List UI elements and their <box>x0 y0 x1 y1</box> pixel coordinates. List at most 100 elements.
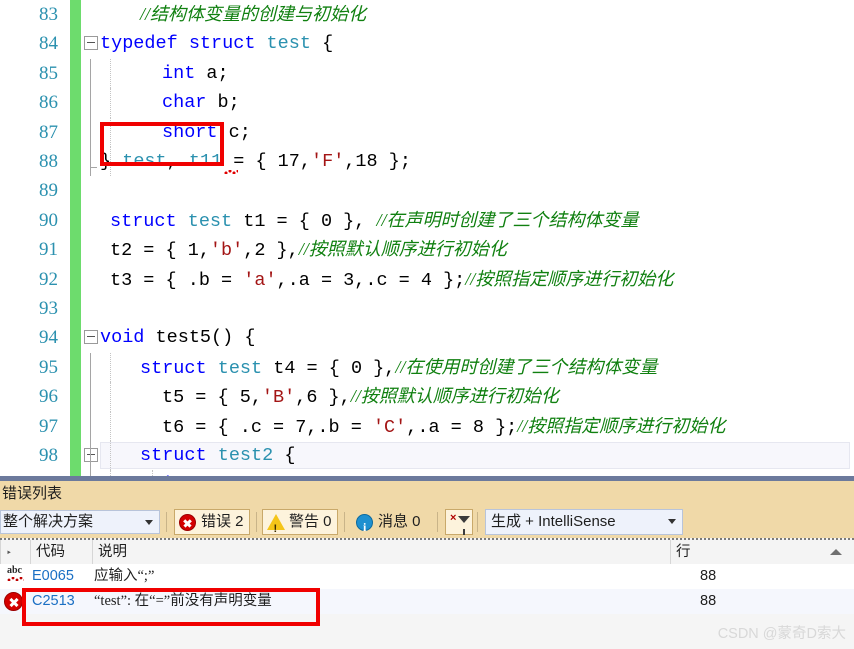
code-line[interactable]: 87 short c; <box>0 118 854 147</box>
code-token: t6 = { .c = 7,.b = <box>162 417 373 438</box>
fold-collapse-icon[interactable] <box>84 36 98 50</box>
code-token: { <box>322 33 333 54</box>
fold-guide-line <box>90 353 91 382</box>
row-line: 88 <box>700 589 716 614</box>
code-line[interactable]: 84typedef struct test { <box>0 29 854 58</box>
line-number: 94 <box>0 323 58 352</box>
clear-filter-button[interactable]: × <box>445 509 473 535</box>
code-token: 'B' <box>262 387 295 408</box>
code-token: test5 <box>156 327 212 348</box>
error-icon <box>179 514 196 531</box>
code-editor[interactable]: 83//结构体变量的创建与初始化84typedef struct test {8… <box>0 0 854 476</box>
line-number: 85 <box>0 59 58 88</box>
code-token: t1 = { 0 }, <box>243 211 376 232</box>
column-header-description[interactable]: 说明 <box>92 540 670 564</box>
code-token: a; <box>195 63 228 84</box>
code-line[interactable]: 86char b; <box>0 88 854 117</box>
code-line[interactable]: 88} test, t11 = { 17,'F',18 }; <box>0 147 854 176</box>
row-line: 88 <box>700 564 716 589</box>
code-line[interactable]: 90struct test t1 = { 0 }, //在声明时创建了三个结构体… <box>0 206 854 235</box>
change-indicator-bar <box>70 353 81 382</box>
column-header-code[interactable]: 代码 <box>30 540 92 564</box>
code-line[interactable]: 97t6 = { .c = 7,.b = 'C',.a = 8 };//按照指定… <box>0 412 854 441</box>
code-token: //结构体变量的创建与初始化 <box>140 4 366 24</box>
code-text: void test5() { <box>100 323 255 352</box>
code-line[interactable]: 83//结构体变量的创建与初始化 <box>0 0 854 29</box>
code-line[interactable]: 98 struct test2 { <box>0 441 854 470</box>
code-token: test <box>218 358 274 379</box>
code-token: t4 = { 0 }, <box>273 358 395 379</box>
code-text: t2 = { 1,'b',2 },//按照默认顺序进行初始化 <box>110 235 507 265</box>
code-token: test2 <box>218 445 285 466</box>
indent-guide <box>110 59 111 88</box>
change-indicator-bar <box>70 176 81 205</box>
code-line[interactable]: 91t2 = { 1,'b',2 },//按照默认顺序进行初始化 <box>0 235 854 264</box>
code-line[interactable]: 96t5 = { 5,'B',6 },//按照默认顺序进行初始化 <box>0 382 854 411</box>
warnings-toggle-button[interactable]: 警告 0 <box>262 509 338 535</box>
scope-filter-combo[interactable]: 整个解决方案 <box>0 510 160 534</box>
errors-label: 错误 2 <box>201 513 244 530</box>
code-line[interactable]: 89 <box>0 176 854 205</box>
line-number: 90 <box>0 206 58 235</box>
code-token: int <box>162 63 195 84</box>
toolbar-separator <box>477 512 478 532</box>
column-header-icon[interactable]: ‣ <box>0 540 30 564</box>
line-number: 97 <box>0 412 58 441</box>
code-token: test <box>188 211 244 232</box>
code-text: int a; <box>162 59 229 88</box>
code-text: struct test2 { <box>140 441 295 470</box>
error-squiggle <box>224 170 238 174</box>
vs-window: 83//结构体变量的创建与初始化84typedef struct test {8… <box>0 0 854 649</box>
code-token: test <box>122 151 166 172</box>
row-code: E0065 <box>32 564 74 589</box>
indent-guide <box>110 118 111 147</box>
intellisense-squiggle-icon: abc <box>6 567 26 585</box>
change-indicator-bar <box>70 29 81 58</box>
code-token: ,.a = 8 }; <box>406 417 517 438</box>
change-indicator-bar <box>70 59 81 88</box>
code-token: ,6 }, <box>295 387 351 408</box>
code-line[interactable]: 95struct test t4 = { 0 },//在使用时创建了三个结构体变… <box>0 353 854 382</box>
fold-guide-line <box>90 441 91 470</box>
build-filter-combo[interactable]: 生成 + IntelliSense <box>485 509 683 535</box>
change-indicator-bar <box>70 88 81 117</box>
column-header-line-label: 行 <box>676 544 691 560</box>
code-token: //在声明时创建了三个结构体变量 <box>376 210 638 230</box>
change-indicator-bar <box>70 147 81 176</box>
code-token: struct <box>140 445 218 466</box>
error-list-panel: 错误列表 整个解决方案 错误 2 警告 0 消息 0 <box>0 476 854 649</box>
code-token: , <box>167 151 189 172</box>
column-header-line[interactable]: 行 <box>670 540 854 564</box>
errors-toggle-button[interactable]: 错误 2 <box>174 509 250 535</box>
warning-icon <box>267 514 285 530</box>
error-grid-header: ‣ 代码 说明 行 <box>0 540 854 565</box>
code-token: typedef <box>100 33 189 54</box>
code-text: short c; <box>162 118 251 147</box>
code-token: t3 = { .b = <box>110 270 243 291</box>
line-number: 98 <box>0 441 58 470</box>
code-token: 'a' <box>243 270 276 291</box>
code-line[interactable]: 85 int a; <box>0 59 854 88</box>
table-row[interactable]: C2513 “test”: 在“=”前没有声明变量 88 <box>0 589 854 614</box>
code-token: struct <box>140 358 218 379</box>
code-line[interactable]: 93 <box>0 294 854 323</box>
code-text: } test, t11 = { 17,'F',18 }; <box>100 147 411 176</box>
code-token: t2 = { 1, <box>110 240 210 261</box>
indent-guide <box>110 382 111 411</box>
code-token: ,18 }; <box>344 151 411 172</box>
code-text: typedef struct test { <box>100 29 333 58</box>
code-line[interactable]: 94 void test5() { <box>0 323 854 352</box>
change-indicator-bar <box>70 265 81 294</box>
fold-collapse-icon[interactable] <box>84 330 98 344</box>
row-code: C2513 <box>32 589 75 614</box>
table-row[interactable]: abc E0065 应输入“;” 88 <box>0 564 854 589</box>
fold-guide-line <box>90 118 91 147</box>
indent-guide <box>110 412 111 441</box>
code-token: //按照默认顺序进行初始化 <box>351 386 559 406</box>
fold-collapse-icon[interactable] <box>84 448 98 462</box>
messages-toggle-button[interactable]: 消息 0 <box>351 509 427 535</box>
code-token: t5 = { 5, <box>162 387 262 408</box>
line-number: 87 <box>0 118 58 147</box>
code-token: } <box>100 151 122 172</box>
code-line[interactable]: 92t3 = { .b = 'a',.a = 3,.c = 4 };//按照指定… <box>0 265 854 294</box>
